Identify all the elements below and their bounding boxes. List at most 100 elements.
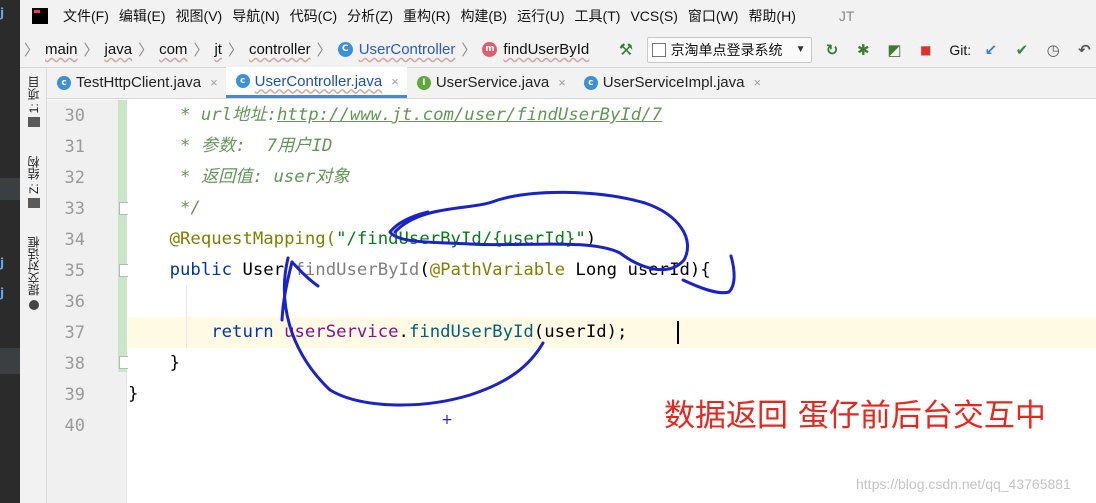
annotation-token: @PathVariable	[429, 260, 576, 280]
code-line-35: public User findUserById(@PathVariable L…	[128, 255, 711, 286]
doc-link[interactable]: http://www.jt.com/user/findUserById/7	[277, 105, 662, 125]
git-update-icon[interactable]: ↙	[979, 38, 1002, 62]
close-icon[interactable]: ×	[210, 75, 218, 90]
background-window-strip: j j j	[0, 0, 20, 503]
code-line-31: * 参数: 7用户ID	[128, 131, 332, 162]
menu-edit[interactable]: 编辑(E)	[114, 6, 171, 26]
close-icon[interactable]: ×	[558, 75, 566, 90]
method-icon: m	[482, 42, 498, 57]
brace-token: }	[128, 353, 181, 373]
breadcrumb-separator: 〉	[83, 42, 99, 59]
menu-analyze[interactable]: 分析(Z)	[342, 6, 398, 26]
vcs-change-marker[interactable]	[118, 100, 127, 372]
param-token: userId	[627, 260, 690, 280]
keyword-token: public	[128, 260, 243, 280]
run-config-label: 京淘单点登录系统	[670, 41, 783, 58]
breadcrumb-method[interactable]: m findUserById	[478, 41, 593, 58]
menu-refactor[interactable]: 重构(R)	[398, 6, 455, 26]
window-title: JT	[838, 8, 855, 24]
punctuation-token: (userId);	[533, 322, 628, 342]
stop-icon[interactable]: ■	[914, 38, 937, 62]
project-tool-button[interactable]: 1: 项目	[20, 76, 47, 128]
menu-run[interactable]: 运行(U)	[512, 6, 569, 26]
line-number: 32	[64, 168, 85, 188]
tab-userservice[interactable]: I UserService.java ×	[407, 67, 574, 98]
close-icon[interactable]: ×	[754, 75, 762, 90]
brace-token: }	[128, 384, 139, 404]
run-config-icon	[651, 42, 666, 57]
tab-label: UserController.java	[254, 72, 383, 90]
breadcrumb-com[interactable]: com	[155, 41, 191, 58]
punctuation-token: (	[419, 260, 430, 280]
git-rollback-icon[interactable]: ↶	[1073, 38, 1096, 62]
breadcrumb-controller[interactable]: controller	[245, 41, 315, 58]
code-editor[interactable]: * url地址:http://www.jt.com/user/findUserB…	[128, 100, 1096, 503]
commit-icon	[28, 300, 39, 310]
intellij-logo-icon	[32, 8, 48, 24]
commit-tool-label: 提交对话框	[27, 236, 41, 296]
breadcrumb-jt[interactable]: jt	[210, 41, 226, 58]
code-line-34: @RequestMapping("/findUserById/{userId}"…	[128, 224, 597, 255]
watermark: https://blog.csdn.net/qq_43765881	[856, 476, 1071, 492]
menu-code[interactable]: 代码(C)	[285, 6, 342, 26]
punctuation-token: .	[398, 322, 409, 342]
code-line-33: */	[128, 193, 201, 224]
code-line-39: }	[128, 379, 138, 410]
structure-tool-label: Z: 结构	[27, 156, 41, 194]
java-interface-icon: I	[416, 75, 431, 90]
breadcrumb-class[interactable]: C UserController	[334, 41, 460, 58]
navigation-bar: 〉 main 〉 java 〉 com 〉 jt 〉 controller 〉 …	[20, 32, 1096, 68]
line-number: 30	[64, 106, 85, 126]
type-token: User	[242, 260, 295, 280]
doc-comment: * 参数: 7用户ID	[128, 136, 333, 156]
java-class-icon: c	[57, 75, 71, 90]
menu-window[interactable]: 窗口(W)	[683, 6, 744, 26]
breadcrumb-separator: 〉	[316, 42, 332, 59]
git-commit-icon[interactable]: ✔	[1010, 38, 1033, 62]
run-configuration-select[interactable]: 京淘单点登录系统 ▼	[646, 36, 813, 63]
type-token: Long	[575, 260, 628, 280]
breadcrumb-java[interactable]: java	[101, 41, 137, 58]
tab-label: UserServiceImpl.java	[602, 74, 745, 91]
coverage-icon[interactable]: ◩	[883, 38, 906, 62]
breadcrumb-method-label: findUserById	[503, 41, 590, 58]
tab-testhttpclient[interactable]: c TestHttpClient.java ×	[47, 67, 226, 98]
build-hammer-icon[interactable]: ⚒	[615, 39, 636, 61]
menu-view[interactable]: 视图(V)	[171, 6, 228, 26]
background-file-icon: j	[0, 6, 5, 20]
breadcrumb-separator: 〉	[193, 42, 209, 59]
annotation-token: @RequestMapping(	[128, 229, 337, 249]
tab-usercontroller[interactable]: c UserController.java ×	[225, 67, 407, 98]
line-number: 31	[64, 137, 85, 157]
menu-tools[interactable]: 工具(T)	[570, 6, 626, 26]
menu-help[interactable]: 帮助(H)	[743, 6, 800, 26]
background-selection	[0, 178, 20, 200]
breadcrumb-separator: 〉	[138, 42, 154, 59]
menu-file[interactable]: 文件(F)	[58, 6, 114, 26]
text-caret	[677, 321, 679, 344]
menu-build[interactable]: 构建(B)	[455, 6, 512, 26]
close-icon[interactable]: ×	[391, 74, 399, 89]
debug-bug-icon[interactable]: ✱	[852, 38, 875, 62]
line-number: 38	[64, 354, 85, 374]
commit-tool-button[interactable]: 提交对话框	[20, 236, 47, 310]
editor-gutter[interactable]: 30 31 32 33 34 35 36 37 38 39 40	[47, 100, 127, 503]
tab-userserviceimpl[interactable]: c UserServiceImpl.java ×	[574, 67, 769, 98]
breadcrumb-separator: 〉	[461, 42, 477, 59]
menu-vcs[interactable]: VCS(S)	[625, 8, 682, 24]
rerun-icon[interactable]: ↻	[820, 38, 843, 62]
structure-tool-button[interactable]: Z: 结构	[20, 156, 47, 208]
code-line-38: }	[128, 348, 180, 379]
field-token: userService	[284, 322, 399, 342]
breadcrumb-main[interactable]: main	[41, 41, 82, 58]
class-icon: C	[337, 42, 353, 57]
line-number: 36	[64, 292, 85, 312]
menu-bar: 文件(F) 编辑(E) 视图(V) 导航(N) 代码(C) 分析(Z) 重构(R…	[20, 0, 1096, 32]
folder-icon	[27, 117, 40, 128]
tab-label: TestHttpClient.java	[76, 74, 202, 91]
menu-navigate[interactable]: 导航(N)	[227, 6, 284, 26]
git-history-icon[interactable]: ◷	[1042, 38, 1065, 62]
line-number: 35	[64, 261, 85, 281]
method-call-token: findUserById	[408, 322, 534, 342]
project-tool-label: 1: 项目	[27, 76, 41, 114]
